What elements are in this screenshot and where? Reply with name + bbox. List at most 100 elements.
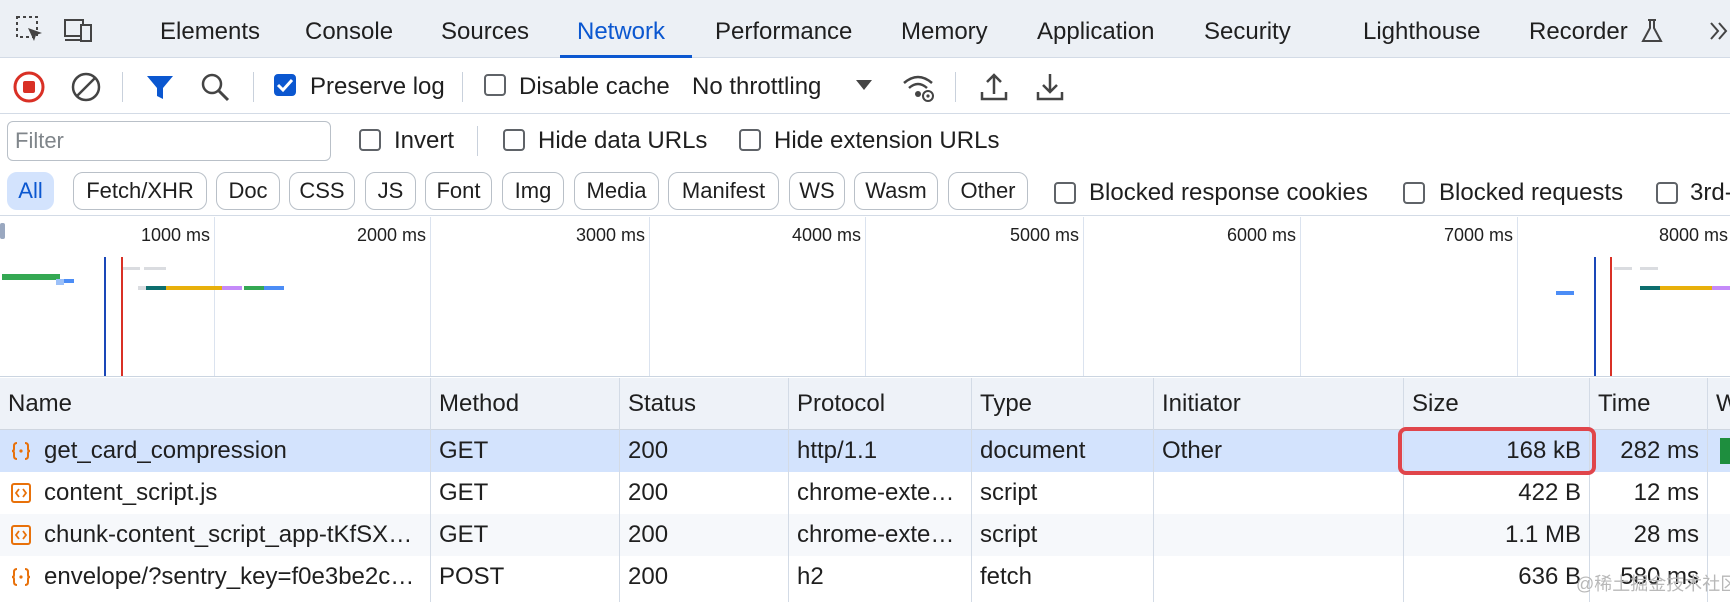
chip-doc[interactable]: Doc — [216, 172, 280, 210]
script-icon — [11, 483, 31, 503]
column-divider[interactable] — [1153, 378, 1154, 602]
network-conditions-icon[interactable] — [901, 70, 935, 104]
request-bar — [2, 274, 60, 280]
request-bar — [244, 286, 264, 290]
request-initiator — [1154, 556, 1403, 598]
tab-application[interactable]: Application — [1037, 18, 1154, 46]
request-protocol: http/1.1 — [797, 437, 878, 464]
request-bar — [1660, 286, 1712, 290]
request-size: 636 B — [1518, 563, 1581, 590]
table-row[interactable]: content_script.js GET 200 chrome-exte… s… — [0, 472, 1730, 514]
chip-js[interactable]: JS — [365, 172, 416, 210]
request-time: 282 ms — [1620, 437, 1699, 464]
column-header-name[interactable]: Name — [0, 378, 430, 430]
chip-ws[interactable]: WS — [789, 172, 845, 210]
request-bar — [138, 286, 146, 290]
dropdown-arrow-icon[interactable] — [855, 78, 873, 92]
column-header-time[interactable]: Time — [1590, 378, 1707, 430]
search-icon[interactable] — [198, 70, 232, 104]
column-divider[interactable] — [788, 378, 789, 602]
tab-sources[interactable]: Sources — [441, 18, 529, 46]
timeline-gridline — [649, 217, 650, 376]
tab-lighthouse[interactable]: Lighthouse — [1363, 18, 1480, 46]
filter-funnel-icon[interactable] — [143, 70, 177, 104]
table-header: Name Method Status Protocol Type Initiat… — [0, 378, 1730, 430]
request-method: POST — [439, 563, 505, 590]
column-header-type[interactable]: Type — [972, 378, 1153, 430]
chip-img[interactable]: Img — [502, 172, 564, 210]
hide-extension-urls-checkbox[interactable] — [739, 129, 761, 151]
blocked-response-cookies-checkbox[interactable] — [1054, 182, 1076, 204]
tab-security[interactable]: Security — [1204, 18, 1291, 46]
chip-css[interactable]: CSS — [289, 172, 355, 210]
column-divider[interactable] — [619, 378, 620, 602]
timeline-gridline — [214, 217, 215, 376]
preserve-log-checkbox[interactable] — [274, 74, 296, 96]
chip-media[interactable]: Media — [574, 172, 659, 210]
column-divider[interactable] — [1403, 378, 1404, 602]
timeline-tick: 4000 ms — [791, 225, 861, 245]
inspect-element-icon[interactable] — [14, 14, 46, 46]
timeline-tick: 1000 ms — [140, 225, 210, 245]
tab-recorder[interactable]: Recorder — [1529, 18, 1628, 46]
column-divider[interactable] — [1589, 378, 1590, 602]
hide-data-urls-checkbox[interactable] — [503, 129, 525, 151]
request-bar — [166, 286, 222, 290]
hide-data-urls-label: Hide data URLs — [538, 127, 708, 154]
request-name[interactable]: content_script.js — [36, 472, 430, 514]
chip-fetch-xhr[interactable]: Fetch/XHR — [73, 172, 207, 210]
chip-manifest[interactable]: Manifest — [668, 172, 779, 210]
column-header-protocol[interactable]: Protocol — [789, 378, 971, 430]
column-header-status[interactable]: Status — [620, 378, 788, 430]
invert-checkbox[interactable] — [359, 129, 381, 151]
chip-font[interactable]: Font — [425, 172, 492, 210]
tab-network[interactable]: Network — [577, 18, 665, 46]
column-divider[interactable] — [430, 378, 431, 602]
table-row[interactable]: chunk-content_script_app-tKfSX… GET 200 … — [0, 514, 1730, 556]
clear-icon[interactable] — [69, 70, 103, 104]
network-overview-timeline[interactable]: 1000 ms 2000 ms 3000 ms 4000 ms 5000 ms … — [0, 217, 1730, 377]
column-header-method[interactable]: Method — [431, 378, 619, 430]
overview-range-handle[interactable] — [0, 223, 5, 239]
filter-input[interactable] — [7, 121, 331, 161]
column-divider[interactable] — [1707, 378, 1708, 602]
request-protocol: chrome-exte… — [797, 521, 955, 548]
chip-wasm[interactable]: Wasm — [854, 172, 938, 210]
chip-other[interactable]: Other — [948, 172, 1028, 210]
timeline-gridline — [1083, 217, 1084, 376]
disable-cache-checkbox[interactable] — [484, 74, 506, 96]
column-divider[interactable] — [971, 378, 972, 602]
tab-memory[interactable]: Memory — [901, 18, 988, 46]
double-chevron-right-icon[interactable] — [1708, 20, 1730, 42]
request-initiator: Other — [1162, 437, 1223, 464]
tab-console[interactable]: Console — [305, 18, 393, 46]
request-status: 200 — [628, 521, 669, 548]
column-header-size[interactable]: Size — [1404, 378, 1589, 430]
blocked-requests-checkbox[interactable] — [1403, 182, 1425, 204]
request-bar — [1640, 286, 1660, 290]
column-header-initiator[interactable]: Initiator — [1154, 378, 1403, 430]
request-time: 12 ms — [1633, 479, 1699, 506]
tab-performance[interactable]: Performance — [715, 18, 852, 46]
third-party-checkbox[interactable] — [1656, 182, 1678, 204]
request-bar — [1614, 267, 1632, 270]
blocked-requests-label: Blocked requests — [1439, 179, 1624, 206]
request-type: document — [980, 437, 1086, 464]
disable-cache-label: Disable cache — [519, 73, 670, 100]
stop-recording-icon[interactable] — [12, 70, 46, 104]
request-name[interactable]: chunk-content_script_app-tKfSX… — [36, 514, 430, 556]
json-icon — [11, 568, 31, 586]
request-name[interactable]: envelope/?sentry_key=f0e3be2c… — [36, 556, 430, 598]
throttling-select[interactable]: No throttling — [692, 73, 821, 101]
request-method: GET — [439, 479, 489, 506]
device-toolbar-icon[interactable] — [62, 14, 94, 46]
export-har-icon[interactable] — [1033, 70, 1067, 104]
table-row[interactable]: envelope/?sentry_key=f0e3be2c… POST 200 … — [0, 556, 1730, 598]
blocked-response-cookies-label: Blocked response cookies — [1089, 179, 1368, 206]
request-name[interactable]: get_card_compression — [36, 430, 430, 472]
chip-all[interactable]: All — [7, 172, 54, 210]
import-har-icon[interactable] — [977, 70, 1011, 104]
tab-elements[interactable]: Elements — [160, 18, 260, 46]
column-header-waterfall[interactable]: W — [1708, 378, 1730, 430]
request-bar — [144, 267, 166, 270]
